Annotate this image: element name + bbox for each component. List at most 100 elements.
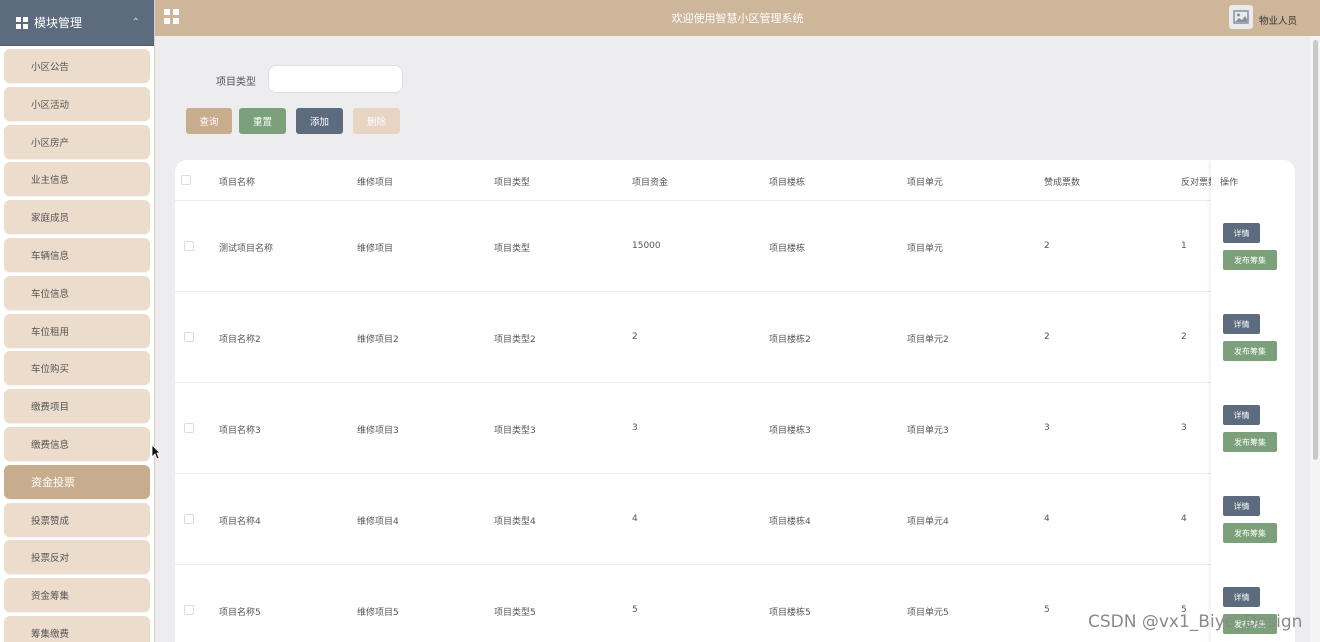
table-cell: 项目名称3	[219, 426, 261, 436]
table-cell: 项目名称2	[219, 335, 261, 345]
sidebar-item[interactable]: 家庭成员	[4, 200, 150, 235]
avatar[interactable]	[1229, 5, 1253, 29]
data-table: 项目名称 维修项目 项目类型 项目资金 项目楼栋 项目单元 赞成票数 反对票数 测试项目名称维…	[175, 160, 1295, 642]
mouse-cursor-icon	[151, 444, 161, 463]
table-cell: 维修项目5	[357, 608, 399, 618]
detail-button[interactable]: 详情	[1223, 587, 1260, 607]
table-cell: 项目类型4	[494, 517, 536, 527]
sidebar-item-label: 小区活动	[31, 99, 70, 111]
sidebar-item[interactable]: 车位购买	[4, 351, 150, 386]
row-checkbox[interactable]	[184, 241, 194, 251]
table-cell: 项目楼栋4	[769, 517, 811, 527]
column-header: 项目楼栋	[769, 178, 806, 188]
sidebar-item-label: 车位租用	[31, 326, 70, 338]
table-row: 项目名称4 维修项目4 项目类型4 4 项目楼栋4 项目单元4 4 4	[175, 474, 1295, 565]
sidebar-item-label: 车辆信息	[31, 250, 70, 262]
publish-fundraising-button[interactable]: 发布筹集	[1223, 432, 1277, 452]
sidebar-item[interactable]: 车辆信息	[4, 237, 150, 272]
detail-button[interactable]: 详情	[1223, 223, 1260, 243]
sidebar-item[interactable]: 小区活动	[4, 86, 150, 121]
detail-button[interactable]: 详情	[1223, 496, 1260, 516]
sidebar-item[interactable]: 业主信息	[4, 162, 150, 197]
scrollbar[interactable]	[1310, 36, 1320, 642]
table-cell: 项目单元	[907, 244, 944, 254]
scrollbar-thumb[interactable]	[1313, 40, 1318, 460]
sidebar-item[interactable]: 车位租用	[4, 313, 150, 348]
row-checkbox[interactable]	[184, 423, 194, 433]
detail-button[interactable]: 详情	[1223, 405, 1260, 425]
table-cell: 项目类型3	[494, 426, 536, 436]
chevron-up-icon[interactable]: ⌃	[132, 17, 140, 28]
row-checkbox[interactable]	[184, 514, 194, 524]
search-label: 项目类型	[216, 77, 256, 88]
table-cell: 维修项目3	[357, 426, 399, 436]
sidebar: 模块管理 ⌃ 小区公告小区活动小区房产 业主信息家庭成员车辆信息车位信息车位租用车…	[0, 0, 155, 642]
sidebar-item-label: 小区公告	[31, 62, 70, 73]
watermark: CSDN @vx1_Biye_Design	[1088, 612, 1303, 632]
sidebar-item-label: 家庭成员	[31, 213, 70, 225]
table-cell: 2	[1044, 332, 1050, 342]
sidebar-item[interactable]: 资金筹集	[4, 578, 150, 613]
sidebar-item-label: 缴费信息	[31, 439, 70, 451]
sidebar-item[interactable]: 缴费信息	[4, 426, 150, 461]
query-button[interactable]: 查询	[186, 108, 232, 134]
sidebar-item[interactable]: 投票赞成	[4, 502, 150, 537]
table-cell: 5	[632, 605, 638, 615]
welcome-title: 欢迎使用智慧小区管理系统	[671, 12, 804, 25]
table-cell: 项目类型5	[494, 608, 536, 618]
table-cell: 2	[1044, 241, 1050, 251]
delete-button[interactable]: 删除	[353, 108, 400, 134]
table-cell: 项目楼栋	[769, 244, 806, 254]
detail-button[interactable]: 详情	[1223, 314, 1260, 334]
sidebar-header-title: 模块管理	[34, 16, 83, 30]
table-cell: 1	[1181, 241, 1187, 251]
sidebar-item-label: 资金投票	[31, 475, 75, 489]
table-row: 测试项目名称 维修项目 项目类型 15000 项目楼栋 项目单元 2 1	[175, 201, 1295, 292]
table-row: 项目名称3 维修项目3 项目类型3 3 项目楼栋3 项目单元3 3 3	[175, 383, 1295, 474]
table-cell: 项目单元4	[907, 517, 949, 527]
top-bar: 欢迎使用智慧小区管理系统 物业人员	[155, 0, 1320, 36]
row-checkbox[interactable]	[184, 332, 194, 342]
table-cell: 项目类型	[494, 244, 531, 254]
reset-button[interactable]: 重置	[239, 108, 286, 134]
image-icon	[1233, 10, 1249, 24]
sidebar-item-label: 筹集缴费	[31, 628, 70, 640]
table-cell: 维修项目	[357, 244, 394, 254]
publish-fundraising-button[interactable]: 发布筹集	[1223, 250, 1277, 270]
sidebar-header[interactable]: 模块管理 ⌃	[0, 0, 154, 46]
user-role[interactable]: 物业人员	[1259, 13, 1297, 27]
table-cell: 项目单元3	[907, 426, 949, 436]
sidebar-item[interactable]: 筹集缴费	[4, 615, 150, 642]
add-button[interactable]: 添加	[296, 108, 343, 134]
table-cell: 5	[1044, 605, 1050, 615]
sidebar-item[interactable]: 车位信息	[4, 275, 150, 310]
sidebar-item-label: 资金筹集	[31, 591, 70, 603]
table-cell: 维修项目2	[357, 335, 399, 345]
table-cell: 测试项目名称	[219, 244, 274, 254]
sidebar-item[interactable]: 投票反对	[4, 540, 150, 575]
table-cell: 项目楼栋2	[769, 335, 811, 345]
table-cell: 项目类型2	[494, 335, 536, 345]
column-header: 项目名称	[219, 178, 256, 188]
row-checkbox[interactable]	[184, 605, 194, 615]
sidebar-item-label: 车位购买	[31, 364, 70, 376]
sidebar-item[interactable]: 小区房产	[4, 124, 150, 159]
sidebar-item[interactable]: 小区公告	[4, 49, 150, 83]
main-content: 项目类型 查询 重置 添加 删除 项目名称 维修项目 项目类型 项目资金 项目楼栋 项目单…	[155, 36, 1310, 642]
table-header: 项目名称 维修项目 项目类型 项目资金 项目楼栋 项目单元 赞成票数 反对票数	[175, 160, 1295, 201]
publish-fundraising-button[interactable]: 发布筹集	[1223, 341, 1277, 361]
publish-fundraising-button[interactable]: 发布筹集	[1223, 523, 1277, 543]
column-header: 项目资金	[632, 178, 669, 188]
sidebar-item[interactable]: 缴费项目	[4, 389, 150, 424]
column-header: 项目类型	[494, 178, 531, 188]
table-cell: 15000	[632, 241, 661, 251]
table-cell: 3	[1044, 423, 1050, 433]
select-all-checkbox[interactable]	[181, 175, 191, 185]
column-header: 维修项目	[357, 178, 394, 188]
sidebar-item[interactable]: 资金投票	[4, 464, 150, 499]
table-cell: 项目单元2	[907, 335, 949, 345]
project-type-input[interactable]	[268, 65, 403, 93]
table-cell: 3	[632, 423, 638, 433]
table-cell: 项目单元5	[907, 608, 949, 618]
table-cell: 2	[1181, 332, 1187, 342]
